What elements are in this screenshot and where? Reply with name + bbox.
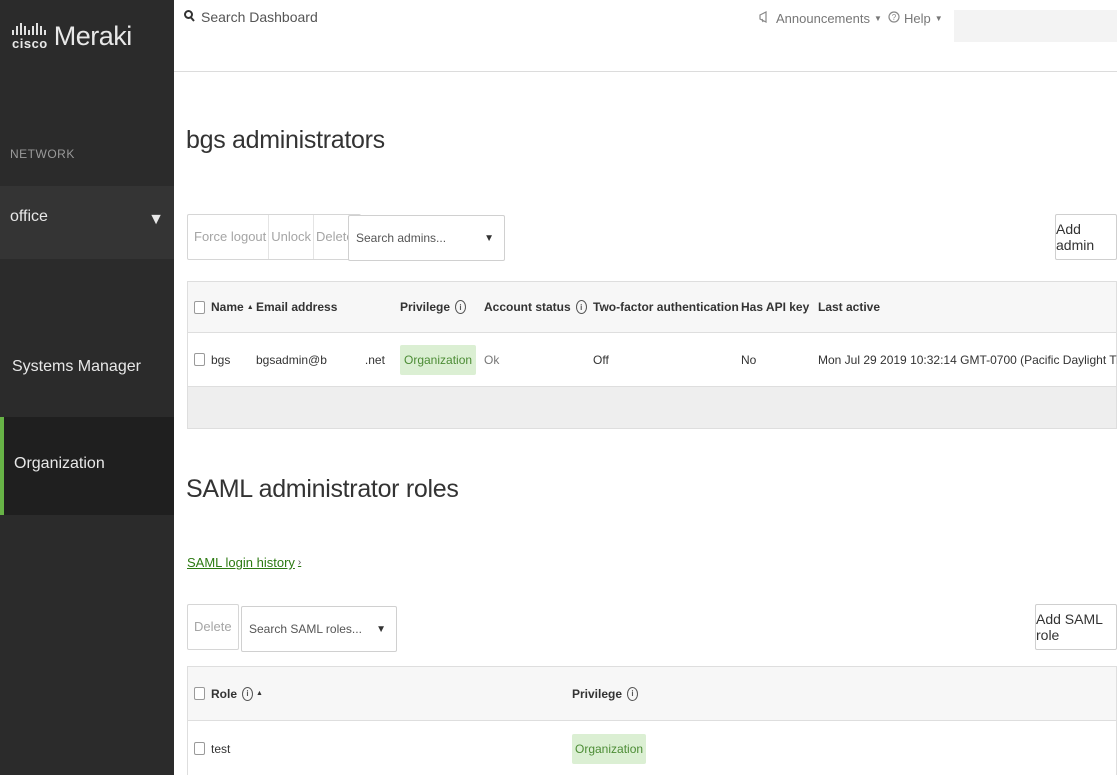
column-header-privilege[interactable]: Privilege i <box>572 667 639 720</box>
api-key-status: No <box>741 352 757 367</box>
admin-name: bgs <box>211 352 231 367</box>
admin-actions-group: Force logout Unlock Delete <box>187 214 361 260</box>
search-dashboard-label: Search Dashboard <box>201 9 318 25</box>
row-checkbox[interactable] <box>194 742 205 755</box>
sidebar-item-systems-manager[interactable]: Systems Manager <box>0 320 174 418</box>
search-admins-placeholder: Search admins... <box>356 231 447 245</box>
row-checkbox[interactable] <box>194 353 205 366</box>
chevron-right-icon: › <box>297 557 302 568</box>
account-status: Ok <box>484 352 500 367</box>
two-factor-status: Off <box>593 352 609 367</box>
table-row[interactable]: test Organization <box>188 721 1116 775</box>
add-admin-button[interactable]: Add admin <box>1055 214 1117 260</box>
add-saml-role-button[interactable]: Add SAML role <box>1035 604 1117 650</box>
table-header: Name ▲ Email address Privilege i Account s… <box>188 282 1116 333</box>
column-header-email[interactable]: Email address <box>256 282 337 332</box>
saml-roles-table: Role i ▲ Privilege i test Organization <box>187 666 1117 775</box>
force-logout-button[interactable]: Force logout <box>192 215 270 259</box>
redacted-region <box>326 353 365 366</box>
column-header-two-factor[interactable]: Two-factor authentication <box>593 282 739 332</box>
user-account-box[interactable] <box>954 10 1117 42</box>
table-row[interactable]: bgs bgsadmin@b .net Organization Ok Off N… <box>188 333 1117 386</box>
delete-saml-role-button[interactable]: Delete <box>192 605 234 649</box>
help-icon: ? <box>888 11 900 26</box>
meraki-wordmark: Meraki <box>53 20 133 51</box>
info-icon[interactable]: i <box>455 300 467 314</box>
select-all-checkbox[interactable] <box>194 300 205 314</box>
search-saml-roles-input[interactable]: Search SAML roles... ▼ <box>241 606 397 652</box>
cisco-bars-icon <box>12 22 46 35</box>
column-header-api-key[interactable]: Has API key <box>741 282 809 332</box>
saml-section-title: SAML administrator roles <box>186 475 459 503</box>
saml-actions-group: Delete <box>187 604 239 650</box>
last-active: Mon Jul 29 2019 10:32:14 GMT-0700 (Pacif… <box>818 352 1117 367</box>
network-label: NETWORK <box>10 147 75 161</box>
saml-login-history-link[interactable]: SAML login history › <box>187 555 301 570</box>
page-title: bgs administrators <box>186 126 385 154</box>
logo[interactable]: cisco Meraki <box>0 0 174 72</box>
privilege-badge: Organization <box>572 733 647 764</box>
search-saml-placeholder: Search SAML roles... <box>249 622 362 636</box>
admins-table: Name ▲ Email address Privilege i Account s… <box>187 281 1117 429</box>
info-icon[interactable]: i <box>575 300 587 314</box>
sort-ascending-icon: ▲ <box>256 690 263 697</box>
search-icon <box>184 9 195 25</box>
chevron-down-icon: ▼ <box>873 14 882 23</box>
info-icon[interactable]: i <box>242 686 254 701</box>
svg-text:?: ? <box>892 13 897 22</box>
sort-ascending-icon: ▲ <box>246 303 254 311</box>
announcements-label: Announcements <box>776 11 870 26</box>
megaphone-icon <box>759 11 772 26</box>
privilege-badge: Organization <box>400 344 477 375</box>
caret-down-icon: ▼ <box>148 211 164 228</box>
admin-email: bgsadmin@b .net <box>256 352 385 367</box>
search-dashboard[interactable]: Search Dashboard <box>184 9 318 25</box>
sidebar: cisco Meraki NETWORK office ▼ Systems Ma… <box>0 0 174 775</box>
caret-down-icon: ▼ <box>376 623 386 635</box>
announcements-menu[interactable]: Announcements ▼ <box>759 11 882 26</box>
cisco-wordmark: cisco <box>12 35 48 51</box>
unlock-button[interactable]: Unlock <box>269 215 315 259</box>
help-label: Help <box>904 11 931 26</box>
table-footer <box>188 386 1116 428</box>
select-all-checkbox[interactable] <box>194 687 205 700</box>
top-bar: Search Dashboard Announcements ▼ ? Help … <box>174 0 1117 72</box>
search-admins-input[interactable]: Search admins... ▼ <box>348 215 505 261</box>
help-menu[interactable]: ? Help ▼ <box>888 11 943 26</box>
sidebar-item-organization[interactable]: Organization <box>0 417 174 515</box>
table-header: Role i ▲ Privilege i <box>188 667 1116 721</box>
network-selector[interactable]: office ▼ <box>0 186 174 259</box>
column-header-account-status[interactable]: Account status i <box>484 282 587 332</box>
column-header-name[interactable]: Name ▲ <box>211 282 254 332</box>
column-header-last-active[interactable]: Last active <box>818 282 880 332</box>
info-icon[interactable]: i <box>627 686 639 701</box>
chevron-down-icon: ▼ <box>934 14 943 23</box>
saml-role-name: test <box>211 741 231 756</box>
column-header-role[interactable]: Role i ▲ <box>211 667 263 720</box>
cisco-logo: cisco <box>12 22 48 51</box>
network-selected: office <box>10 208 48 225</box>
caret-down-icon: ▼ <box>484 232 494 244</box>
column-header-privilege[interactable]: Privilege i <box>400 282 467 332</box>
